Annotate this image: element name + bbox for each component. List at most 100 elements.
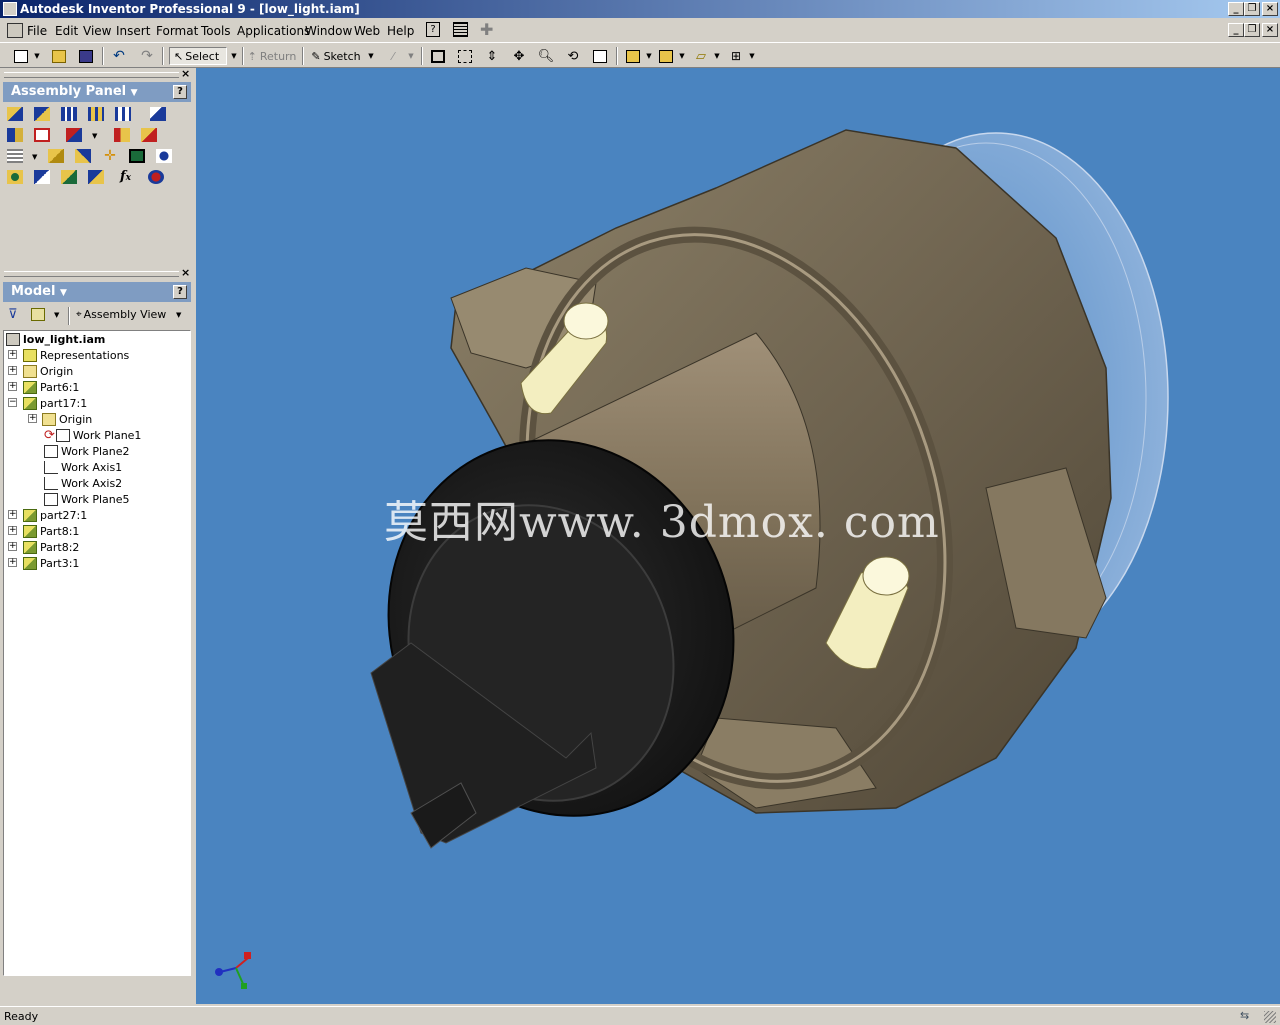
model-panel-header[interactable]: Model ▼ ? — [3, 282, 191, 302]
menu-view[interactable]: View — [83, 24, 111, 38]
menu-window[interactable]: Window — [305, 24, 352, 38]
doc-restore-icon[interactable]: ❐ — [1244, 23, 1260, 37]
work-plane-icon[interactable] — [7, 149, 23, 163]
browser-display-dropdown-icon[interactable]: ▼ — [54, 311, 59, 319]
tree-item-work-plane2[interactable]: Work Plane2 — [44, 443, 130, 459]
tree-item-part6[interactable]: Part6:1 — [23, 379, 79, 395]
close-icon[interactable]: × — [1262, 2, 1278, 16]
calculator-icon[interactable] — [453, 22, 468, 37]
graphics-window[interactable]: 莫西网www. 3dmox. com — [196, 68, 1280, 1004]
undo-icon[interactable]: ↶ — [110, 47, 128, 65]
model-panel-grip[interactable] — [4, 271, 179, 277]
filter-icon[interactable]: ⊽ — [8, 307, 18, 322]
menu-format[interactable]: Format — [156, 24, 198, 38]
doc-minimize-icon[interactable]: _ — [1228, 23, 1244, 37]
features-icon[interactable] — [61, 170, 77, 184]
pattern-component-icon[interactable] — [61, 107, 77, 121]
menu-edit[interactable]: Edit — [55, 24, 78, 38]
display-mode-icon[interactable] — [624, 47, 642, 65]
restore-icon[interactable]: ❐ — [1244, 2, 1260, 16]
tree-item-part3[interactable]: Part3:1 — [23, 555, 79, 571]
select-button[interactable]: ↖ Select — [169, 47, 227, 65]
ground-shadow-icon[interactable]: ▱ — [692, 47, 710, 65]
place-component-icon[interactable] — [7, 107, 23, 121]
copy-components-icon[interactable] — [115, 107, 131, 121]
zoom-icon[interactable]: ⇕ — [482, 47, 502, 65]
menu-web[interactable]: Web — [354, 24, 380, 38]
sectioning-dropdown-icon[interactable]: ▼ — [747, 47, 757, 65]
pan-icon[interactable]: ✥ — [509, 47, 529, 65]
assembly-panel-header[interactable]: Assembly Panel ▼ ? — [3, 82, 191, 102]
tree-item-part8-2[interactable]: Part8:2 — [23, 539, 79, 555]
parameters-icon[interactable]: fx — [120, 170, 136, 184]
create-component-icon[interactable] — [34, 107, 50, 121]
rotate-component-icon[interactable] — [66, 128, 82, 142]
work-plane-feature-icon[interactable] — [48, 149, 64, 163]
tree-item-origin[interactable]: Origin — [23, 363, 73, 379]
line-style-icon[interactable]: ⁄ — [384, 47, 402, 65]
tree-item-work-plane5[interactable]: Work Plane5 — [44, 491, 130, 507]
expand-icon[interactable]: + — [8, 366, 17, 375]
menu-help[interactable]: Help — [387, 24, 414, 38]
menu-insert[interactable]: Insert — [116, 24, 150, 38]
expand-icon[interactable]: + — [8, 526, 17, 535]
panel-grip[interactable] — [4, 72, 179, 78]
display-mode-dropdown-icon[interactable]: ▼ — [644, 47, 654, 65]
tree-item-representations[interactable]: Representations — [23, 347, 129, 363]
weld-icon[interactable] — [141, 128, 157, 142]
replace-component-icon[interactable] — [7, 128, 23, 142]
new-dropdown-icon[interactable]: ▼ — [32, 47, 42, 65]
collapse-icon[interactable]: − — [8, 398, 17, 407]
tree-item-part27[interactable]: part27:1 — [23, 507, 87, 523]
save-icon[interactable] — [77, 47, 95, 65]
section-view-icon[interactable] — [114, 128, 130, 142]
rotate-icon[interactable]: ⟲ — [563, 47, 583, 65]
tree-item-part17-origin[interactable]: Origin — [42, 411, 92, 427]
zoom-window-icon[interactable] — [455, 47, 475, 65]
return-button[interactable]: ⇡ Return — [246, 47, 298, 65]
inventor-app-icon[interactable] — [3, 2, 17, 16]
model-panel-close-icon[interactable]: × — [181, 266, 190, 279]
tree-item-work-axis2[interactable]: Work Axis2 — [44, 475, 122, 491]
tree-item-part8-1[interactable]: Part8:1 — [23, 523, 79, 539]
analyze-interference-icon[interactable] — [156, 149, 172, 163]
add-icon[interactable]: ✚ — [480, 20, 493, 39]
adaptive-icon[interactable] — [34, 170, 50, 184]
tree-root[interactable]: low_light.iam — [6, 331, 105, 347]
select-dropdown-icon[interactable]: ▼ — [229, 47, 239, 65]
expand-icon[interactable]: + — [8, 382, 17, 391]
analysis-icon[interactable] — [148, 170, 164, 184]
menu-applications[interactable]: Applications — [237, 24, 310, 38]
rotate-dropdown-icon[interactable]: ▼ — [92, 132, 97, 140]
zoom-selected-icon[interactable]: 🔍︎ — [536, 47, 556, 65]
ground-shadow-dropdown-icon[interactable]: ▼ — [712, 47, 722, 65]
doc-close-icon[interactable]: × — [1262, 23, 1278, 37]
menu-tools[interactable]: Tools — [201, 24, 231, 38]
place-constraint-icon[interactable] — [150, 107, 166, 121]
minimize-icon[interactable]: _ — [1228, 2, 1244, 16]
camera-dropdown-icon[interactable]: ▼ — [677, 47, 687, 65]
look-at-icon[interactable] — [590, 47, 610, 65]
panel-close-icon[interactable]: × — [181, 67, 190, 80]
assembly-view-dropdown-icon[interactable]: ▼ — [176, 311, 181, 319]
assembly-view-button[interactable]: ⌖ Assembly View — [76, 308, 166, 321]
expand-icon[interactable]: + — [8, 510, 17, 519]
redo-icon[interactable]: ↷ — [138, 47, 156, 65]
line-style-dropdown-icon[interactable]: ▼ — [406, 47, 416, 65]
tree-item-part17[interactable]: part17:1 — [23, 395, 87, 411]
expand-icon[interactable]: + — [28, 414, 37, 423]
assembly-help-button[interactable]: ? — [173, 85, 187, 99]
move-component-icon[interactable] — [34, 128, 50, 142]
help-icon[interactable]: ? — [426, 22, 440, 37]
resize-grip-icon[interactable] — [1264, 1011, 1276, 1023]
tree-item-work-plane1[interactable]: ⟳ Work Plane1 — [44, 427, 141, 443]
sketch-button[interactable]: ✎ Sketch — [308, 47, 364, 65]
create-view-rep-icon[interactable] — [7, 170, 23, 184]
expand-icon[interactable]: + — [8, 542, 17, 551]
new-icon[interactable] — [12, 47, 30, 65]
work-axis-icon[interactable] — [75, 149, 91, 163]
camera-icon[interactable] — [657, 47, 675, 65]
mirror-components-icon[interactable] — [88, 107, 104, 121]
work-plane-dropdown-icon[interactable]: ▼ — [32, 153, 37, 161]
document-icon[interactable] — [7, 23, 23, 38]
